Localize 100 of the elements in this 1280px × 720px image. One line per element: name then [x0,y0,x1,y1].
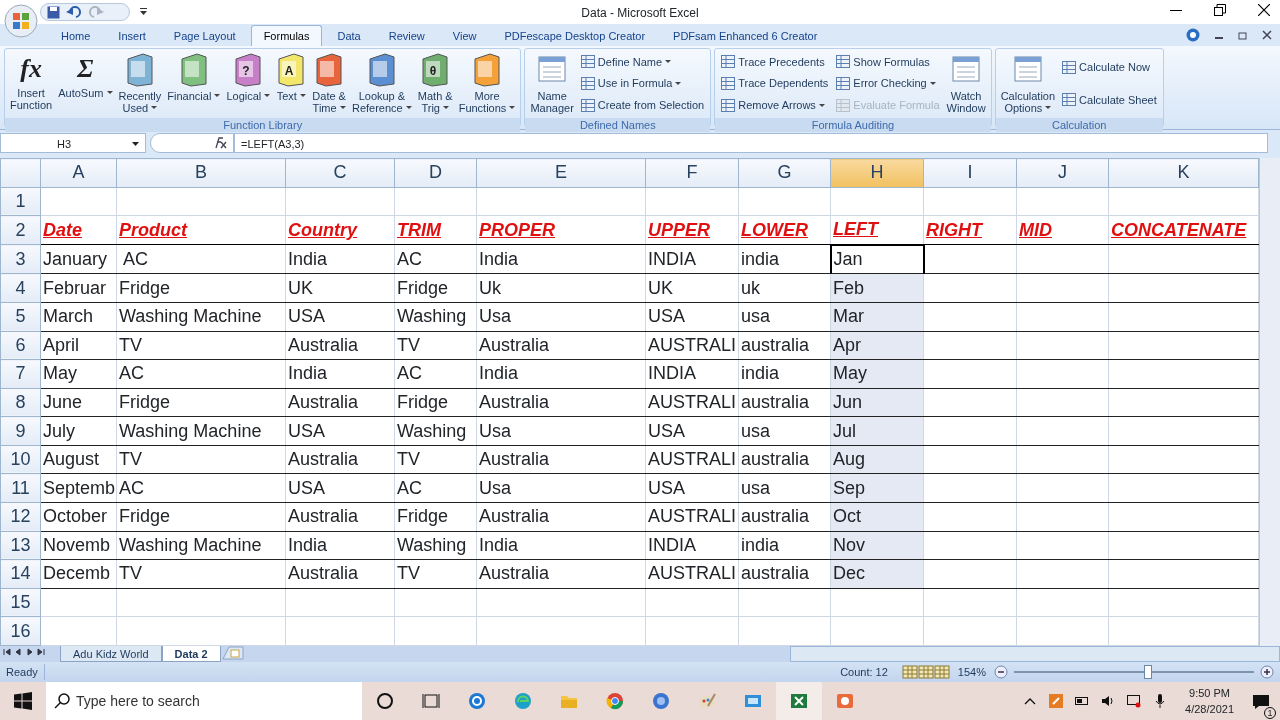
row-header[interactable]: 14 [0,559,41,589]
slides-app-icon[interactable] [836,692,854,710]
ribbon-button[interactable]: Name Manager [529,51,575,116]
notification-icon[interactable] [1252,693,1270,710]
row-header[interactable]: 8 [0,388,41,417]
column-header[interactable]: E [476,158,646,188]
row-header[interactable]: 11 [0,473,41,503]
sheet-tab[interactable]: Data 2 [161,646,221,662]
row-header[interactable]: 4 [0,273,41,303]
customize-caret-icon[interactable] [140,8,147,16]
ribbon-button[interactable]: Trace Dependents [719,75,831,92]
undo-icon[interactable] [66,6,82,18]
ribbon-tab[interactable]: Formulas [250,25,323,46]
ribbon-button[interactable]: Calculate Now [1060,59,1159,76]
column-header[interactable]: D [394,158,477,188]
app-tray-icon[interactable] [1049,694,1064,708]
horizontal-scrollbar[interactable] [790,646,1280,662]
row-header[interactable]: 7 [0,359,41,389]
ribbon-tab[interactable]: PDFsam Enhanced 6 Creator [660,25,831,46]
ribbon-button[interactable]: Error Checking [834,75,942,92]
formula-field[interactable]: =LEFT(A3,3) [234,133,1268,153]
help-icon[interactable] [1186,28,1200,42]
ribbon-tab[interactable]: PDFescape Desktop Creator [491,25,659,46]
ribbon-button[interactable]: Calculation Options [999,51,1057,116]
row-header[interactable]: 1 [0,187,41,216]
ribbon-button[interactable]: Define Name [578,53,707,71]
table-cell: Washing [394,416,477,446]
row-header[interactable]: 16 [0,616,41,646]
row-header[interactable]: 2 [0,215,41,245]
close-icon[interactable] [1262,30,1272,40]
clock-date[interactable]: 4/28/2021 [1185,701,1234,717]
battery-icon[interactable] [1075,694,1090,708]
row-header[interactable]: 13 [0,531,41,560]
vertical-scrollbar[interactable] [1259,158,1280,646]
column-header[interactable]: J [1016,158,1109,188]
row-header[interactable]: 6 [0,331,41,360]
clock-time[interactable]: 9:50 PM [1185,685,1234,701]
zoom-in-icon[interactable] [1260,665,1274,679]
column-header[interactable]: K [1108,158,1259,188]
insert-function-icon[interactable] [213,137,227,149]
row-header[interactable]: 12 [0,502,41,532]
ribbon-button[interactable]: Financial [166,51,222,116]
new-sheet-icon[interactable] [220,646,245,660]
close-icon[interactable] [1258,4,1270,16]
ribbon-button[interactable]: Watch Window [945,51,987,116]
ribbon-tab[interactable]: Page Layout [160,25,249,46]
column-header[interactable]: G [738,158,831,188]
column-header[interactable]: A [40,158,117,188]
row-header[interactable]: 15 [0,588,41,617]
sheet-tab[interactable]: Adu Kidz World [60,646,162,662]
display-icon[interactable] [1127,694,1142,708]
ribbon-button[interactable]: More Functions [457,51,517,116]
ribbon-button[interactable]: Lookup & Reference [350,51,413,116]
cortana-circle-icon[interactable] [376,692,394,710]
grid-icon [836,55,851,69]
ribbon-button[interactable]: θ Math & Trig [416,51,454,116]
restore-icon[interactable] [1214,4,1226,16]
column-title: TRIM [394,215,477,245]
ribbon-tab[interactable]: Data [324,25,374,46]
ribbon-button[interactable]: Σ AutoSum [57,51,114,116]
windows-logo-icon[interactable] [14,692,32,710]
ribbon-button[interactable]: A Text [275,51,308,116]
column-header[interactable]: I [923,158,1017,188]
ribbon-button[interactable]: ? Logical [225,51,272,116]
save-icon[interactable] [47,5,60,19]
row-header[interactable]: 9 [0,416,41,446]
ribbon-button[interactable]: Show Formulas [834,53,942,71]
column-header[interactable]: F [645,158,739,188]
ribbon-button[interactable]: fx Insert Function [9,51,54,116]
zoom-out-icon[interactable] [994,665,1008,679]
ribbon-button[interactable]: Recently Used [117,51,163,116]
ribbon-button[interactable]: Use in Formula [578,75,707,92]
column-header[interactable]: C [285,158,395,188]
table-cell: India [285,244,395,274]
ribbon-tab[interactable]: View [439,25,490,46]
table-cell: India [476,531,646,560]
spreadsheet-app-icon[interactable] [790,692,808,710]
table-cell: Usa [476,416,646,446]
ribbon-button[interactable]: Remove Arrows [719,96,831,114]
volume-icon[interactable] [1101,694,1116,708]
column-header[interactable]: B [116,158,286,188]
grid-icon [1062,93,1077,107]
ribbon-tab[interactable]: Review [375,25,438,46]
ribbon-tab[interactable]: Insert [105,25,159,46]
task-view-icon[interactable] [422,692,440,710]
paint-palette-icon[interactable] [698,692,716,710]
row-header[interactable]: 3 [0,244,41,274]
row-header[interactable]: 5 [0,302,41,331]
ribbon-button[interactable]: Create from Selection [578,96,707,114]
ribbon-button[interactable]: Calculate Sheet [1060,91,1159,108]
ribbon-button[interactable]: Date & Time [311,51,347,116]
ribbon-button[interactable]: Trace Precedents [719,53,831,71]
presentation-app-icon[interactable] [744,692,762,710]
ribbon-tab[interactable]: Home [48,25,104,46]
zoom-slider-thumb[interactable] [1144,665,1153,679]
function-glyph-icon: fx [20,53,42,87]
name-box[interactable]: H3 [0,133,146,153]
row-header[interactable]: 10 [0,445,41,474]
column-header[interactable]: H [830,158,924,188]
search-field[interactable]: Type here to search [46,682,362,720]
